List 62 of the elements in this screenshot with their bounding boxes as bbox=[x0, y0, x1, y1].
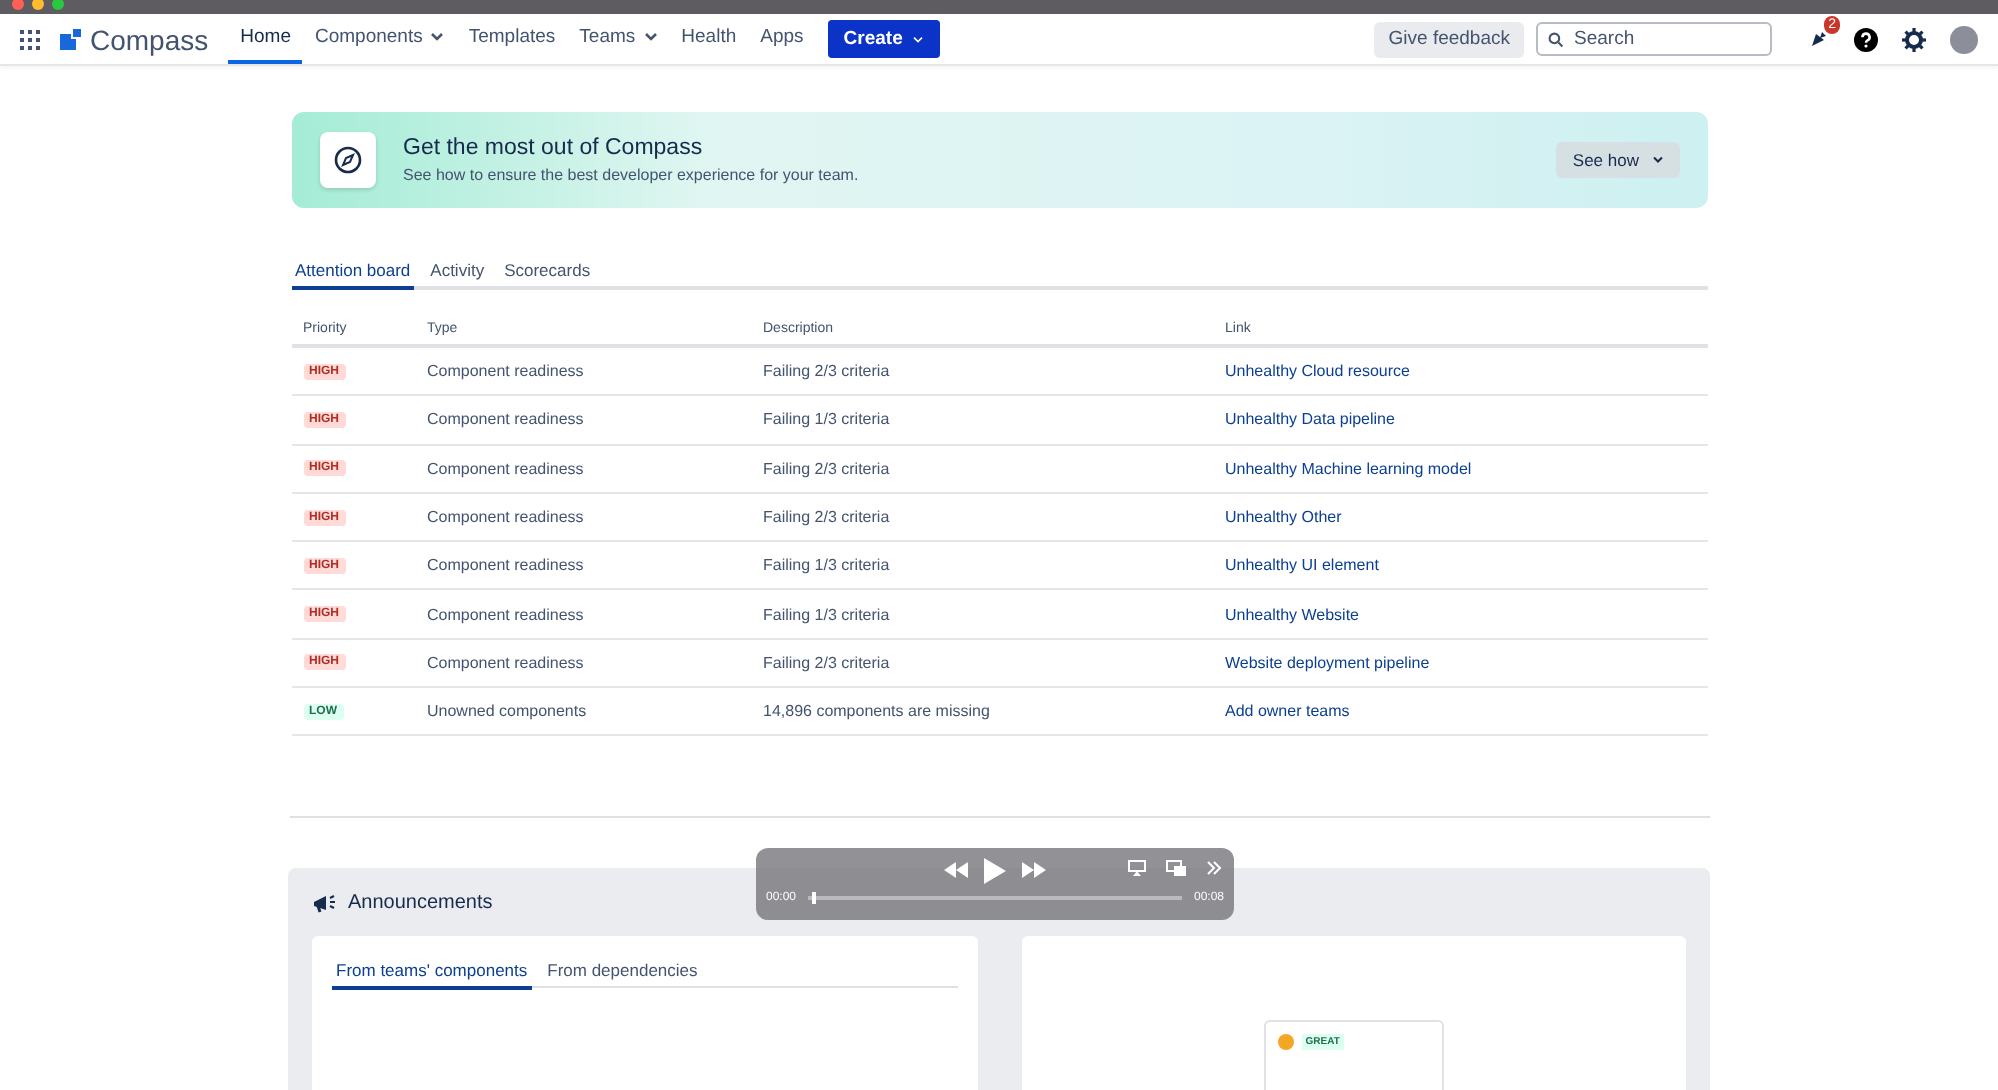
notification-icon[interactable] bbox=[1808, 28, 1830, 50]
rewind-icon[interactable] bbox=[944, 862, 968, 879]
see-how-button[interactable]: See how bbox=[1556, 142, 1679, 178]
nav-item[interactable]: Components bbox=[302, 14, 457, 64]
megaphone-icon bbox=[312, 892, 336, 915]
search-field[interactable]: Search bbox=[1536, 22, 1772, 56]
chevron-down-icon bbox=[912, 35, 925, 43]
compass-icon bbox=[319, 132, 375, 188]
table-link[interactable]: Website deployment pipeline bbox=[1225, 653, 1430, 672]
nav-item[interactable]: Templates bbox=[456, 14, 568, 64]
settings-icon[interactable] bbox=[1902, 27, 1926, 51]
app-grid-icon[interactable] bbox=[20, 29, 40, 49]
table-link[interactable]: Unhealthy UI element bbox=[1225, 556, 1379, 575]
banner-subtitle: See how to ensure the best developer experience for your team. bbox=[403, 166, 861, 184]
table-cell: Failing 1/3 criteria bbox=[751, 590, 1213, 640]
progress-thumb[interactable] bbox=[808, 892, 816, 905]
tab[interactable]: From dependencies bbox=[543, 960, 702, 991]
table-cell: 14,896 components are missing bbox=[751, 688, 1213, 737]
table-cell: Unowned components bbox=[415, 688, 751, 737]
double-chevron-icon[interactable] bbox=[1206, 860, 1222, 877]
table-cell: Component readiness bbox=[415, 639, 751, 689]
banner-title: Get the most out of Compass bbox=[403, 136, 705, 160]
table-cell: Component readiness bbox=[415, 396, 751, 446]
table-cell: Component readiness bbox=[415, 542, 751, 591]
table-cell: Failing 1/3 criteria bbox=[751, 542, 1213, 591]
table-link[interactable]: Unhealthy Data pipeline bbox=[1225, 410, 1395, 429]
chevron-down-icon bbox=[1651, 156, 1663, 164]
picture-in-picture-icon[interactable] bbox=[1166, 860, 1186, 877]
nav-item[interactable]: Home bbox=[228, 14, 303, 64]
logo-text: Compass bbox=[90, 23, 209, 55]
table-cell: Failing 2/3 criteria bbox=[751, 348, 1213, 397]
tab[interactable]: Attention board bbox=[291, 260, 415, 290]
nav-item[interactable]: Health bbox=[669, 14, 749, 64]
emoji-icon bbox=[1277, 1034, 1294, 1051]
table-link[interactable]: Add owner teams bbox=[1225, 702, 1350, 721]
play-icon[interactable] bbox=[984, 857, 1006, 884]
airplay-icon[interactable] bbox=[1128, 860, 1146, 877]
progress-track[interactable] bbox=[808, 896, 1182, 901]
table-link[interactable]: Unhealthy Machine learning model bbox=[1225, 459, 1472, 478]
nav-item[interactable]: Teams bbox=[567, 14, 670, 64]
announcements-title: Announcements bbox=[348, 892, 493, 915]
table-cell: Failing 2/3 criteria bbox=[751, 445, 1213, 494]
table-cell: Component readiness bbox=[415, 493, 751, 543]
table-cell: Component readiness bbox=[415, 590, 751, 640]
help-icon[interactable] bbox=[1854, 27, 1878, 51]
tab[interactable]: Activity bbox=[426, 260, 489, 290]
create-button[interactable]: Create bbox=[827, 20, 941, 58]
nav-item[interactable]: Apps bbox=[748, 14, 816, 64]
table-link[interactable]: Unhealthy Website bbox=[1225, 605, 1359, 624]
logo-icon bbox=[60, 28, 82, 50]
table-link[interactable]: Unhealthy Cloud resource bbox=[1225, 362, 1410, 381]
table-cell: Failing 1/3 criteria bbox=[751, 396, 1213, 446]
give-feedback-button[interactable]: Give feedback bbox=[1374, 21, 1524, 57]
user-avatar[interactable] bbox=[1950, 25, 1978, 53]
table-cell: Failing 2/3 criteria bbox=[751, 493, 1213, 543]
table-cell: Component readiness bbox=[415, 445, 751, 494]
table-link[interactable]: Unhealthy Other bbox=[1225, 508, 1342, 527]
tab[interactable]: From teams' components bbox=[332, 960, 532, 991]
table-cell: Component readiness bbox=[415, 348, 751, 397]
tab[interactable]: Scorecards bbox=[500, 260, 595, 290]
table-cell: Failing 2/3 criteria bbox=[751, 639, 1213, 689]
fast-forward-icon[interactable] bbox=[1022, 862, 1046, 879]
